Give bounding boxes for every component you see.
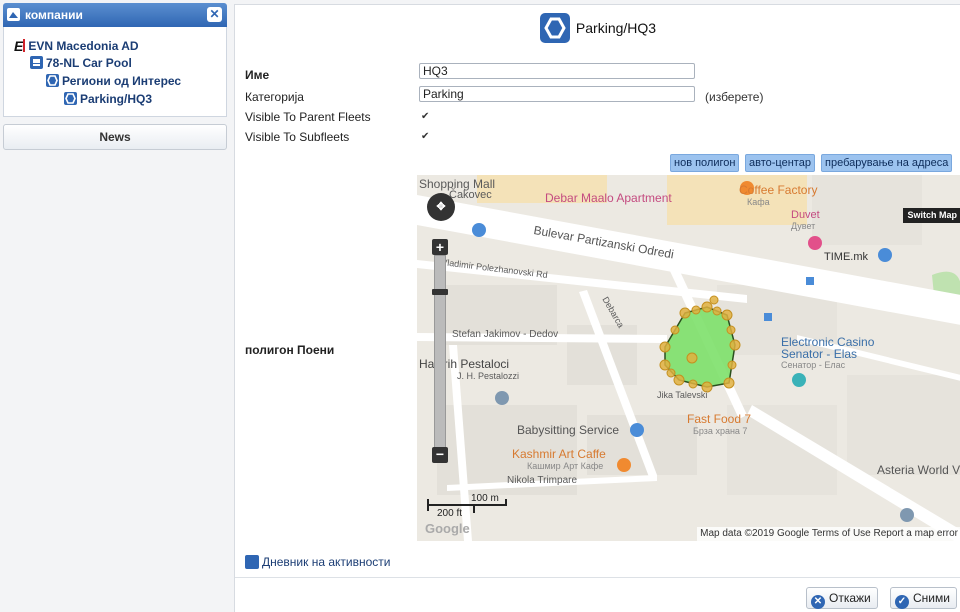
zoom-in-button[interactable]: + — [432, 239, 448, 255]
visible-parent-checkbox[interactable]: ✔ — [421, 112, 431, 122]
evn-logo-icon: E — [14, 38, 24, 54]
map-label: Coffee Factory — [739, 183, 818, 197]
map-label: Čakovec — [449, 189, 492, 201]
page-title: Parking/HQ3 — [235, 13, 960, 43]
new-polygon-button[interactable]: нов полигон — [670, 154, 740, 172]
map-label: TIME.mk — [824, 251, 868, 263]
map-label: Senator - Elas — [781, 347, 858, 361]
activity-log-icon — [245, 555, 259, 569]
company-tree: E EVN Macedonia AD 78-NL Car Pool Региони… — [3, 27, 227, 117]
tree-item-evn[interactable]: E EVN Macedonia AD — [14, 38, 139, 54]
map-label: Hajnrih Pestaloci — [419, 357, 510, 371]
region-icon — [46, 74, 59, 87]
map-label: Fast Food 7 — [687, 412, 752, 426]
activity-log-label: Дневник на активности — [262, 555, 391, 569]
switch-map-button[interactable]: Switch Map — [903, 208, 960, 223]
left-panel: компании ✕ E EVN Macedonia AD 78-NL Car P… — [0, 0, 230, 611]
main-panel: Parking/HQ3 Име Категорија (изберете) Vi… — [234, 4, 960, 612]
tree-item-label: Parking/HQ3 — [80, 92, 153, 106]
visible-sub-checkbox[interactable]: ✔ — [421, 132, 431, 142]
category-input[interactable] — [419, 86, 695, 102]
name-label: Име — [245, 68, 270, 82]
companies-panel-header: компании ✕ — [3, 3, 227, 27]
news-button[interactable]: News — [3, 124, 227, 150]
companies-icon — [7, 8, 20, 21]
tree-item-parking-hq3[interactable]: Parking/HQ3 — [64, 92, 152, 106]
google-logo: Google — [425, 521, 470, 536]
tree-item-regions[interactable]: Региони од Интерес — [46, 74, 181, 88]
map-label: Кафа — [747, 197, 770, 207]
cancel-label: Откажи — [829, 591, 871, 605]
zoom-slider-track[interactable] — [434, 255, 446, 450]
choose-category-link[interactable]: (изберете) — [705, 90, 763, 104]
tree-item-car-pool[interactable]: 78-NL Car Pool — [30, 56, 132, 70]
map-label: Kashmir Art Caffe — [512, 447, 606, 461]
zoom-slider-handle[interactable] — [432, 289, 448, 295]
scale-feet: 200 ft — [437, 508, 463, 519]
save-label: Сними — [913, 591, 950, 605]
tree-item-label: 78-NL Car Pool — [46, 56, 132, 70]
cancel-button[interactable]: ✕ Откажи — [806, 587, 878, 609]
name-input[interactable] — [419, 63, 695, 79]
map-attribution[interactable]: Map data ©2019 Google Terms of Use Repor… — [697, 527, 960, 541]
auto-center-button[interactable]: авто-центар — [745, 154, 815, 172]
map-scale-bar: 100 m 200 ft — [427, 493, 511, 521]
polygon-points-label: полигон Поени — [245, 343, 335, 357]
map-label: Nikola Trimpare — [507, 475, 578, 486]
scale-meters: 100 m — [471, 493, 499, 504]
tree-item-label: Региони од Интерес — [62, 74, 182, 88]
map-label: Asteria World V — [877, 463, 960, 477]
fleet-icon — [30, 56, 43, 69]
map-label: Брза храна 7 — [693, 426, 748, 436]
checkmark-icon: ✓ — [895, 595, 909, 609]
map-label: J. H. Pestalozzi — [457, 371, 520, 381]
companies-title: компании — [25, 8, 83, 22]
page-title-text: Parking/HQ3 — [575, 20, 657, 36]
save-button[interactable]: ✓ Сними — [890, 587, 957, 609]
footer-divider — [235, 577, 960, 578]
zoom-out-button[interactable]: − — [432, 447, 448, 463]
map-label: Дувет — [791, 221, 816, 231]
activity-log-link[interactable]: Дневник на активности — [245, 555, 390, 569]
visible-parent-label: Visible To Parent Fleets — [245, 110, 371, 124]
map-label: Jika Talevski — [657, 390, 708, 400]
category-label: Категорија — [245, 90, 304, 104]
map-label: Сенатор - Елас — [781, 360, 846, 370]
map-label: Stefan Jakimov - Dedov — [452, 329, 559, 340]
map-label: Debar Maalo Apartment — [545, 191, 672, 205]
region-icon — [539, 13, 570, 43]
map-view[interactable]: Shopping Mall Čakovec Debar Maalo Apartm… — [417, 175, 960, 541]
address-search-button[interactable]: пребарување на адреса — [821, 154, 953, 172]
close-panel-icon[interactable]: ✕ — [207, 7, 222, 22]
pan-control-icon[interactable]: ✥ — [427, 193, 455, 221]
visible-sub-label: Visible To Subfleets — [245, 130, 350, 144]
tree-item-label: EVN Macedonia AD — [28, 39, 139, 53]
cancel-icon: ✕ — [811, 595, 825, 609]
map-label: Кашмир Арт Кафе — [527, 461, 604, 471]
region-icon — [64, 92, 77, 105]
map-label: Babysitting Service — [517, 423, 620, 437]
map-label: Duvet — [791, 209, 820, 221]
